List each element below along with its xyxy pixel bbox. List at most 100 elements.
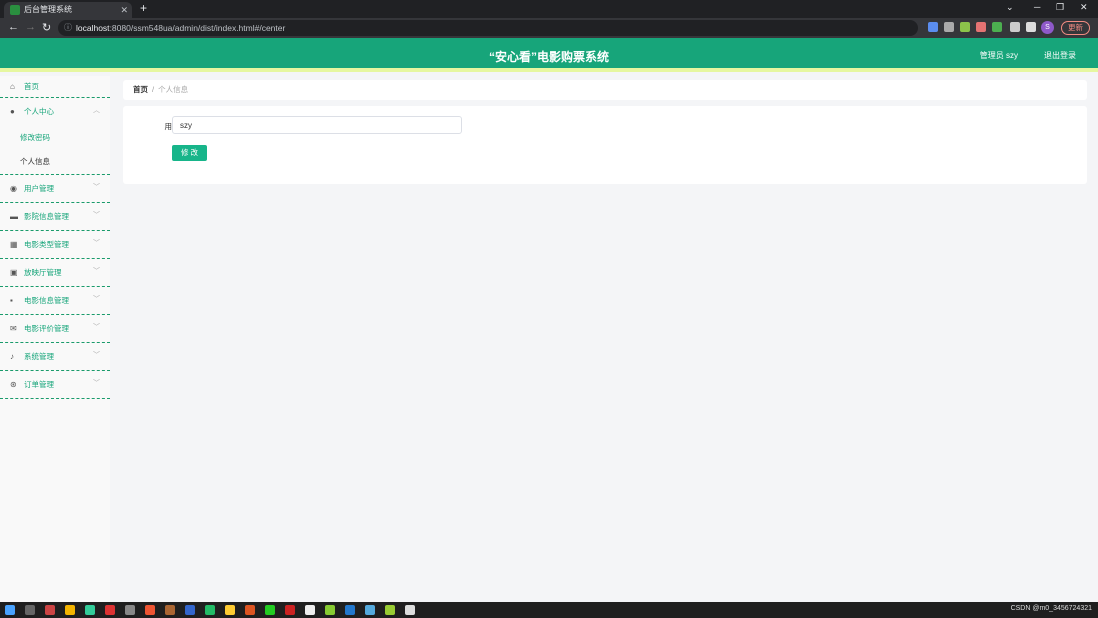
breadcrumb-home[interactable]: 首页 <box>133 85 148 94</box>
sidebar-item-label: 个人中心 <box>24 107 54 116</box>
maximize-button[interactable]: ❐ <box>1056 2 1064 13</box>
breadcrumb-separator: / <box>152 85 155 94</box>
help-icon: ⊛ <box>10 380 17 389</box>
sidebar-item-label: 用户管理 <box>24 184 54 193</box>
window-close-button[interactable]: ✕ <box>1080 2 1088 13</box>
sidebar-item-movie-types[interactable]: ▦ 电影类型管理 ﹀ <box>0 231 110 259</box>
sidebar-item-system[interactable]: ♪ 系统管理 ﹀ <box>0 343 110 371</box>
back-arrow-icon[interactable]: ← <box>8 21 19 33</box>
sidebar-item-personal-center[interactable]: ● 个人中心 ︿ <box>0 98 110 126</box>
apps-icon: ▪ <box>10 296 13 305</box>
taskbar-app-icon[interactable] <box>165 605 175 615</box>
sidebar-subitem-change-password[interactable]: 修改密码 <box>0 126 110 150</box>
sidebar-item-label: 放映厅管理 <box>24 268 62 277</box>
site-favicon-icon <box>10 5 20 15</box>
browser-tab-bar: 后台管理系统 ✕ + ⌄ ─ ❐ ✕ <box>0 0 1098 18</box>
username-field[interactable] <box>172 116 462 134</box>
word-icon[interactable] <box>345 605 355 615</box>
sidebar-item-home[interactable]: ⌂ 首页 <box>0 76 110 98</box>
url-path: :8080/ssm548ua/admin/dist/index.html#/ce… <box>109 23 286 33</box>
briefcase-icon: ▬ <box>10 212 18 221</box>
taskbar-app-icon[interactable] <box>145 605 155 615</box>
taskbar-app-icon[interactable] <box>305 605 315 615</box>
app-header: “安心看”电影购票系统 管理员 szy 退出登录 <box>0 38 1098 72</box>
sidepanel-icon[interactable] <box>1026 22 1036 32</box>
taskbar-app-icon[interactable] <box>365 605 375 615</box>
new-tab-button[interactable]: + <box>140 1 147 15</box>
search-icon[interactable] <box>25 605 35 615</box>
extension-icon[interactable] <box>960 22 970 32</box>
app-title: “安心看”电影购票系统 <box>488 50 609 64</box>
address-bar[interactable]: ⓘ localhost:8080/ssm548ua/admin/dist/ind… <box>58 20 918 36</box>
tab-title: 后台管理系统 <box>24 5 72 14</box>
taskbar-app-icon[interactable] <box>185 605 195 615</box>
sidebar-item-label: 电影评价管理 <box>24 324 69 333</box>
sidebar-item-movies[interactable]: ▪ 电影信息管理 ﹀ <box>0 287 110 315</box>
taskbar-app-icon[interactable] <box>385 605 395 615</box>
tab-search-icon[interactable]: ⌄ <box>1006 2 1014 13</box>
grid-icon: ▦ <box>10 240 18 249</box>
clipboard-icon: ▣ <box>10 268 18 277</box>
chrome-icon[interactable] <box>65 605 75 615</box>
reload-icon[interactable]: ↻ <box>42 21 51 34</box>
sidebar-subitem-personal-info[interactable]: 个人信息 <box>0 150 110 174</box>
browser-toolbar: ← → ↻ ⓘ localhost:8080/ssm548ua/admin/di… <box>0 18 1098 38</box>
tab-close-icon[interactable]: ✕ <box>120 2 128 18</box>
logout-link[interactable]: 退出登录 <box>1044 50 1076 61</box>
breadcrumb: 首页 / 个人信息 <box>123 80 1087 100</box>
chevron-down-icon: ﹀ <box>93 352 100 359</box>
taskbar-app-icon[interactable] <box>105 605 115 615</box>
chevron-down-icon: ﹀ <box>93 240 100 247</box>
chevron-down-icon: ﹀ <box>93 268 100 275</box>
sidebar-item-halls[interactable]: ▣ 放映厅管理 ﹀ <box>0 259 110 287</box>
wechat-icon[interactable] <box>265 605 275 615</box>
taskbar-app-icon[interactable] <box>325 605 335 615</box>
folder-icon[interactable] <box>225 605 235 615</box>
taskbar-app-icon[interactable] <box>405 605 415 615</box>
sidebar-item-users[interactable]: ◉ 用户管理 ﹀ <box>0 175 110 203</box>
extension-icon[interactable] <box>944 22 954 32</box>
user-icon: ● <box>10 107 15 116</box>
forward-arrow-icon[interactable]: → <box>25 21 36 33</box>
sidebar-submenu-personal: 修改密码 个人信息 <box>0 126 110 175</box>
mic-icon: ♪ <box>10 352 14 361</box>
update-button[interactable]: 修 改 <box>172 145 207 161</box>
sidebar-item-label: 电影信息管理 <box>24 296 69 305</box>
sidebar-item-label: 电影类型管理 <box>24 240 69 249</box>
taskbar-app-icon[interactable] <box>125 605 135 615</box>
browser-tab[interactable]: 后台管理系统 ✕ <box>4 2 132 18</box>
site-info-icon[interactable]: ⓘ <box>64 20 72 36</box>
sidebar-item-cinemas[interactable]: ▬ 影院信息管理 ﹀ <box>0 203 110 231</box>
os-taskbar: CSDN @m0_3456724321 <box>0 602 1098 618</box>
taskbar-app-icon[interactable] <box>285 605 295 615</box>
extension-icon[interactable] <box>928 22 938 32</box>
personal-info-form: 用户名 修 改 <box>123 106 1087 184</box>
browser-update-button[interactable]: 更新 <box>1061 21 1090 35</box>
puzzle-icon[interactable] <box>1010 22 1020 32</box>
sidebar-item-reviews[interactable]: ✉ 电影评价管理 ﹀ <box>0 315 110 343</box>
chevron-down-icon: ﹀ <box>93 212 100 219</box>
chevron-down-icon: ﹀ <box>93 184 100 191</box>
profile-avatar[interactable]: S <box>1041 21 1054 34</box>
sidebar-item-label: 影院信息管理 <box>24 212 69 221</box>
chevron-down-icon: ﹀ <box>93 296 100 303</box>
taskbar-app-icon[interactable] <box>45 605 55 615</box>
sidebar-item-orders[interactable]: ⊛ 订单管理 ﹀ <box>0 371 110 399</box>
chevron-down-icon: ﹀ <box>93 324 100 331</box>
taskbar-app-icon[interactable] <box>85 605 95 615</box>
location-icon: ◉ <box>10 184 17 193</box>
chevron-up-icon: ︿ <box>93 107 100 114</box>
extension-icon[interactable] <box>976 22 986 32</box>
sidebar-item-label: 订单管理 <box>24 380 54 389</box>
sidebar-item-label: 系统管理 <box>24 352 54 361</box>
minimize-button[interactable]: ─ <box>1034 2 1040 12</box>
admin-user-label: 管理员 szy <box>979 51 1018 60</box>
taskbar-app-icon[interactable] <box>205 605 215 615</box>
extension-icon[interactable] <box>992 22 1002 32</box>
taskbar-app-icon[interactable] <box>245 605 255 615</box>
sidebar-item-label: 首页 <box>24 82 39 91</box>
windows-start-icon[interactable] <box>5 605 15 615</box>
mail-icon: ✉ <box>10 324 17 333</box>
chevron-down-icon: ﹀ <box>93 380 100 387</box>
home-icon: ⌂ <box>10 82 15 91</box>
